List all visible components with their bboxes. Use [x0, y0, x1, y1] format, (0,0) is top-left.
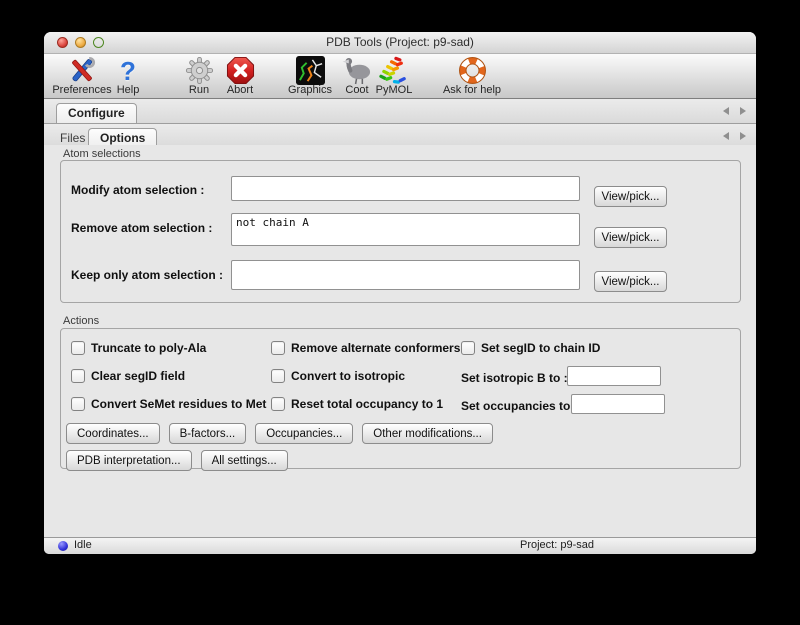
- tab-scroll-left-icon[interactable]: [723, 107, 729, 115]
- status-indicator-icon: [58, 541, 68, 551]
- toolbar-label: Graphics: [280, 84, 340, 96]
- checkbox-box-icon: [271, 369, 285, 383]
- action-buttons-row-2: PDB interpretation... All settings...: [66, 450, 288, 471]
- checkbox-box-icon: [461, 341, 475, 355]
- checkbox-label: Set segID to chain ID: [481, 341, 600, 355]
- pdb-interpretation-button[interactable]: PDB interpretation...: [66, 450, 192, 471]
- tab-label: Configure: [68, 106, 125, 120]
- minimize-button[interactable]: [75, 37, 86, 48]
- zoom-button[interactable]: [93, 37, 104, 48]
- checkbox-convert-to-isotropic[interactable]: Convert to isotropic: [271, 369, 405, 383]
- keep-only-atom-selection-input[interactable]: [231, 260, 580, 290]
- set-occupancies-label: Set occupancies to :: [461, 399, 578, 413]
- keep-only-atom-selection-label: Keep only atom selection :: [71, 268, 223, 282]
- remove-atom-selection-label: Remove atom selection :: [71, 221, 212, 235]
- tab-scroll-left-icon[interactable]: [723, 132, 729, 140]
- set-isotropic-b-label: Set isotropic B to :: [461, 371, 568, 385]
- checkbox-convert-semet-to-met[interactable]: Convert SeMet residues to Met: [71, 397, 266, 411]
- all-settings-button[interactable]: All settings...: [201, 450, 288, 471]
- toolbar-button-help[interactable]: ? Help: [108, 56, 148, 96]
- actions-legend: Actions: [63, 315, 99, 327]
- tab-scroll-right-icon[interactable]: [740, 107, 746, 115]
- modify-atom-selection-label: Modify atom selection :: [71, 183, 204, 197]
- tab-scroll-right-icon[interactable]: [740, 132, 746, 140]
- toolbar: Preferences ? Help Run: [44, 54, 756, 99]
- toolbar-button-abort[interactable]: Abort: [218, 56, 262, 96]
- checkbox-box-icon: [271, 397, 285, 411]
- occupancies-button[interactable]: Occupancies...: [255, 423, 353, 444]
- tab-label: Options: [100, 131, 145, 145]
- tab-bar-configure: Configure: [44, 99, 756, 124]
- set-occupancies-input[interactable]: [571, 394, 665, 414]
- other-modifications-button[interactable]: Other modifications...: [362, 423, 493, 444]
- checkbox-label: Clear segID field: [91, 369, 185, 383]
- title-bar[interactable]: PDB Tools (Project: p9-sad): [44, 32, 756, 54]
- toolbar-label: Ask for help: [432, 84, 512, 96]
- pymol-ribbon-icon: [370, 56, 418, 85]
- graphics-icon: [280, 56, 340, 85]
- toolbar-button-ask-for-help[interactable]: Ask for help: [432, 56, 512, 96]
- abort-icon: [218, 56, 262, 85]
- atom-selections-legend: Atom selections: [63, 148, 141, 160]
- toolbar-label: Help: [108, 84, 148, 96]
- action-buttons-row-1: Coordinates... B-factors... Occupancies.…: [66, 423, 493, 444]
- traffic-lights: [57, 37, 104, 48]
- project-label: Project: p9-sad: [520, 539, 594, 551]
- checkbox-set-segid-to-chain-id[interactable]: Set segID to chain ID: [461, 341, 600, 355]
- close-button[interactable]: [57, 37, 68, 48]
- toolbar-button-pymol[interactable]: PyMOL: [370, 56, 418, 96]
- gear-icon: [179, 56, 219, 85]
- life-ring-icon: [432, 56, 512, 85]
- checkbox-truncate-to-poly-ala[interactable]: Truncate to poly-Ala: [71, 341, 206, 355]
- checkbox-label: Truncate to poly-Ala: [91, 341, 206, 355]
- atom-selections-groupbox: Modify atom selection : View/pick... Rem…: [60, 160, 741, 303]
- checkbox-label: Convert SeMet residues to Met: [91, 397, 266, 411]
- checkbox-label: Reset total occupancy to 1: [291, 397, 443, 411]
- view-pick-button-modify[interactable]: View/pick...: [594, 186, 667, 207]
- status-text: Idle: [74, 539, 92, 551]
- checkbox-label: Convert to isotropic: [291, 369, 405, 383]
- toolbar-label: Abort: [218, 84, 262, 96]
- set-isotropic-b-input[interactable]: [567, 366, 661, 386]
- checkbox-label: Remove alternate conformers: [291, 341, 460, 355]
- toolbar-label: Run: [179, 84, 219, 96]
- toolbar-label: PyMOL: [370, 84, 418, 96]
- toolbar-button-graphics[interactable]: Graphics: [280, 56, 340, 96]
- window-title: PDB Tools (Project: p9-sad): [44, 32, 756, 53]
- toolbar-button-run[interactable]: Run: [179, 56, 219, 96]
- checkbox-box-icon: [71, 369, 85, 383]
- modify-atom-selection-input[interactable]: [231, 176, 580, 201]
- remove-atom-selection-input[interactable]: not chain A: [231, 213, 580, 246]
- view-pick-button-remove[interactable]: View/pick...: [594, 227, 667, 248]
- checkbox-box-icon: [71, 341, 85, 355]
- tab-label: Files: [60, 131, 85, 145]
- b-factors-button[interactable]: B-factors...: [169, 423, 247, 444]
- options-panel: Atom selections Modify atom selection : …: [44, 145, 756, 538]
- actions-groupbox: Truncate to poly-Ala Remove alternate co…: [60, 328, 741, 469]
- checkbox-remove-alternate-conformers[interactable]: Remove alternate conformers: [271, 341, 460, 355]
- tab-configure[interactable]: Configure: [56, 103, 137, 123]
- tab-scroll-arrows: [723, 99, 746, 123]
- view-pick-button-keep-only[interactable]: View/pick...: [594, 271, 667, 292]
- question-icon: ?: [108, 56, 148, 85]
- checkbox-reset-total-occupancy[interactable]: Reset total occupancy to 1: [271, 397, 443, 411]
- checkbox-box-icon: [271, 341, 285, 355]
- checkbox-clear-segid-field[interactable]: Clear segID field: [71, 369, 185, 383]
- status-bar: Idle Project: p9-sad: [44, 537, 756, 554]
- checkbox-box-icon: [71, 397, 85, 411]
- coordinates-button[interactable]: Coordinates...: [66, 423, 160, 444]
- app-window: PDB Tools (Project: p9-sad) Preferences …: [44, 32, 756, 554]
